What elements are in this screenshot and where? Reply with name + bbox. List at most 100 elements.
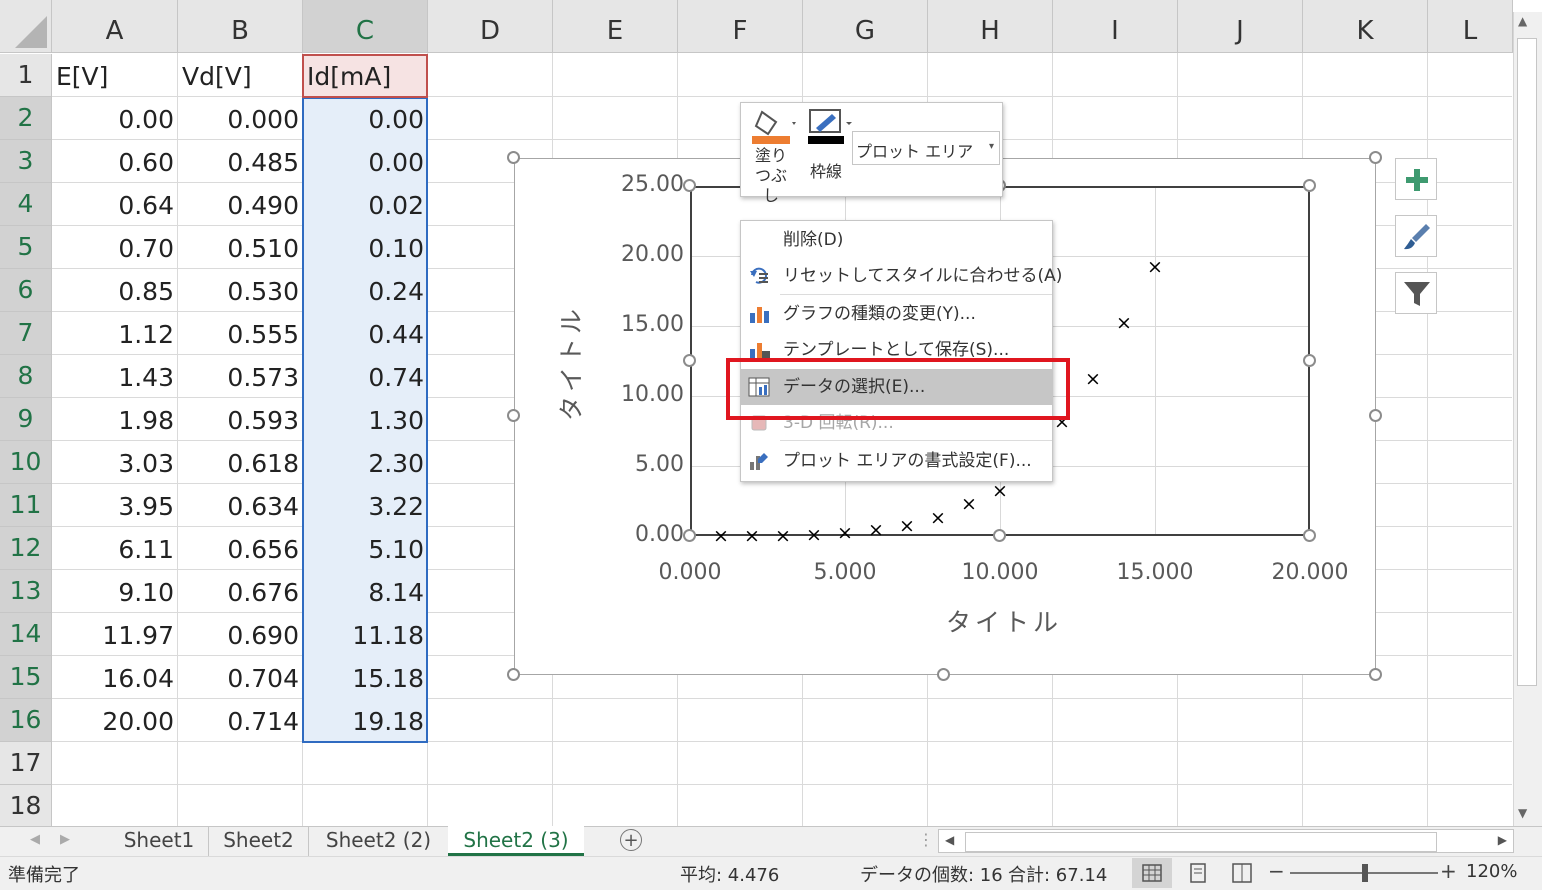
data-cell[interactable]: 16.04 <box>52 656 178 699</box>
column-header-e[interactable]: E <box>553 0 678 53</box>
data-cell[interactable]: 0.485 <box>178 140 303 183</box>
chart-filters-button[interactable] <box>1395 272 1437 314</box>
chart-resize-handle[interactable] <box>507 409 520 422</box>
chart-element-dropdown[interactable]: プロット エリア ▾ <box>852 131 1000 165</box>
chart-resize-handle[interactable] <box>1369 409 1382 422</box>
column-header-d[interactable]: D <box>428 0 553 53</box>
row-header-18[interactable]: 18 <box>0 785 52 828</box>
data-cell[interactable]: 1.30 <box>303 398 428 441</box>
zoom-in-icon[interactable]: + <box>1440 859 1457 883</box>
data-cell[interactable]: 0.510 <box>178 226 303 269</box>
column-header-b[interactable]: B <box>178 0 303 53</box>
scroll-left-icon[interactable]: ◀ <box>945 833 954 847</box>
data-cell[interactable]: 0.60 <box>52 140 178 183</box>
data-cell[interactable]: 0.70 <box>52 226 178 269</box>
data-cell[interactable]: 8.14 <box>303 570 428 613</box>
data-point-marker[interactable]: × <box>866 520 886 540</box>
chart-resize-handle[interactable] <box>507 151 520 164</box>
data-cell[interactable]: 3.95 <box>52 484 178 527</box>
menu-item-change-chart-type[interactable]: グラフの種類の変更(Y)... <box>741 296 1052 332</box>
row-header-14[interactable]: 14 <box>0 613 52 656</box>
data-cell[interactable]: 0.530 <box>178 269 303 312</box>
data-cell[interactable]: 11.97 <box>52 613 178 656</box>
chart-resize-handle[interactable] <box>507 668 520 681</box>
scroll-right-icon[interactable]: ▶ <box>1498 833 1507 847</box>
chart-resize-handle[interactable] <box>1369 151 1382 164</box>
data-cell[interactable]: 0.74 <box>303 355 428 398</box>
row-header-9[interactable]: 9 <box>0 398 52 441</box>
plot-area-resize-handle[interactable] <box>683 179 696 192</box>
column-header-h[interactable]: H <box>928 0 1053 53</box>
data-cell[interactable]: 20.00 <box>52 699 178 742</box>
data-point-marker[interactable]: × <box>959 494 979 514</box>
data-cell[interactable]: 0.00 <box>303 140 428 183</box>
page-break-view-button[interactable] <box>1222 858 1262 888</box>
header-cell[interactable]: E[V] <box>52 54 178 97</box>
row-header-4[interactable]: 4 <box>0 183 52 226</box>
row-header-1[interactable]: 1 <box>0 54 52 97</box>
zoom-out-icon[interactable]: − <box>1268 859 1285 883</box>
plot-area-resize-handle[interactable] <box>993 529 1006 542</box>
data-cell[interactable]: 5.10 <box>303 527 428 570</box>
plot-area-resize-handle[interactable] <box>1303 354 1316 367</box>
data-cell[interactable]: 0.656 <box>178 527 303 570</box>
plot-area-resize-handle[interactable] <box>1303 179 1316 192</box>
plot-area-resize-handle[interactable] <box>683 354 696 367</box>
data-point-marker[interactable]: × <box>773 526 793 546</box>
chart-resize-handle[interactable] <box>937 668 950 681</box>
data-cell[interactable]: 0.64 <box>52 183 178 226</box>
data-cell[interactable]: 0.000 <box>178 97 303 140</box>
header-cell[interactable]: Vd[V] <box>178 54 303 97</box>
row-header-12[interactable]: 12 <box>0 527 52 570</box>
row-header-2[interactable]: 2 <box>0 97 52 140</box>
zoom-level[interactable]: 120% <box>1466 861 1517 882</box>
column-header-c[interactable]: C <box>303 0 428 53</box>
data-cell[interactable]: 0.02 <box>303 183 428 226</box>
column-header-g[interactable]: G <box>803 0 928 53</box>
data-cell[interactable]: 0.00 <box>303 97 428 140</box>
select-all-button[interactable] <box>0 0 52 53</box>
menu-item-reset-style[interactable]: リセットしてスタイルに合わせる(A) <box>741 258 1062 294</box>
plot-area-resize-handle[interactable] <box>683 529 696 542</box>
data-cell[interactable]: 1.98 <box>52 398 178 441</box>
column-header-i[interactable]: I <box>1053 0 1178 53</box>
data-cell[interactable]: 0.555 <box>178 312 303 355</box>
data-cell[interactable]: 0.593 <box>178 398 303 441</box>
data-point-marker[interactable]: × <box>1083 369 1103 389</box>
row-header-7[interactable]: 7 <box>0 312 52 355</box>
add-sheet-icon[interactable]: + <box>620 829 642 851</box>
column-header-j[interactable]: J <box>1178 0 1303 53</box>
column-header-f[interactable]: F <box>678 0 803 53</box>
tab-scroll-right-icon[interactable]: ▶ <box>60 832 70 847</box>
row-header-16[interactable]: 16 <box>0 699 52 742</box>
sheet-tab[interactable]: Sheet2 (3) <box>448 826 584 856</box>
sheet-tab[interactable]: Sheet1 <box>110 826 208 856</box>
hscroll-thumb[interactable] <box>965 832 1437 852</box>
data-cell[interactable]: 11.18 <box>303 613 428 656</box>
data-point-marker[interactable]: × <box>1114 313 1134 333</box>
chart-resize-handle[interactable] <box>1369 668 1382 681</box>
row-header-6[interactable]: 6 <box>0 269 52 312</box>
data-cell[interactable]: 6.11 <box>52 527 178 570</box>
scroll-up-icon[interactable]: ▲ <box>1518 14 1527 28</box>
chart-styles-button[interactable] <box>1395 215 1437 257</box>
zoom-slider-thumb[interactable] <box>1362 864 1368 882</box>
data-cell[interactable]: 0.00 <box>52 97 178 140</box>
row-header-3[interactable]: 3 <box>0 140 52 183</box>
column-header-k[interactable]: K <box>1303 0 1428 53</box>
scroll-thumb[interactable] <box>1517 38 1537 686</box>
y-axis-title[interactable]: タイトル <box>552 298 588 428</box>
data-cell[interactable]: 0.490 <box>178 183 303 226</box>
sheet-tab[interactable]: Sheet2 <box>208 826 308 856</box>
data-cell[interactable]: 0.618 <box>178 441 303 484</box>
data-cell[interactable]: 9.10 <box>52 570 178 613</box>
data-cell[interactable]: 0.704 <box>178 656 303 699</box>
normal-view-button[interactable] <box>1132 858 1172 888</box>
data-point-marker[interactable]: × <box>928 508 948 528</box>
data-cell[interactable]: 0.44 <box>303 312 428 355</box>
sheet-tab[interactable]: Sheet2 (2) <box>308 826 448 856</box>
row-header-13[interactable]: 13 <box>0 570 52 613</box>
data-cell[interactable]: 19.18 <box>303 699 428 742</box>
page-layout-view-button[interactable] <box>1178 858 1218 888</box>
header-cell[interactable]: Id[mA] <box>303 54 428 97</box>
